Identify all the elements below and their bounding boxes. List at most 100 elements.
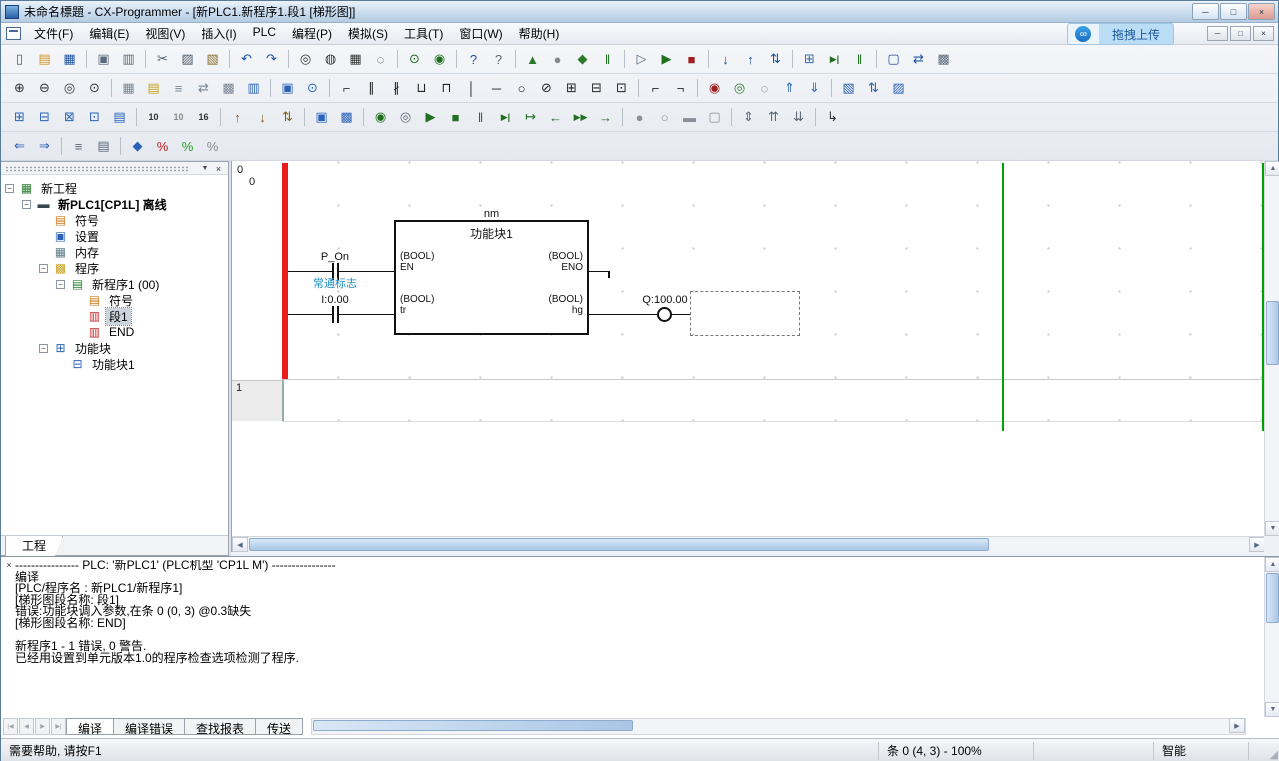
undo-icon[interactable]: ↶ [235,48,258,70]
tree-collapse-icon[interactable]: − [39,344,48,353]
print-preview-icon[interactable]: ▥ [117,48,140,70]
child-minimize-button[interactable]: ─ [1207,26,1228,41]
output-window-toggle-icon[interactable]: ▤ [92,135,115,157]
transfer-from-plc-icon[interactable]: ↑ [739,48,762,70]
differentiate-up-icon[interactable]: ⇑ [778,77,801,99]
scroll-right-icon[interactable]: ▶ [1249,537,1265,552]
rung-1-number[interactable]: 1 [236,382,242,394]
force-on-icon[interactable]: ◉ [703,77,726,99]
editor-hscrollbar[interactable]: ◀ ▶ [232,536,1265,552]
clock-monitor-icon[interactable]: ⊙ [301,77,324,99]
select-mode-icon[interactable]: ⌐ [335,77,358,99]
reset-value-icon[interactable]: ↓ [251,106,274,128]
io-comment-view-icon[interactable]: ▣ [276,77,299,99]
tree-collapse-icon[interactable]: − [56,280,65,289]
program-mode-icon[interactable]: ▷ [630,48,653,70]
online-edit-begin-icon[interactable]: ▧ [837,77,860,99]
monitor-mode-icon[interactable]: ◆ [571,48,594,70]
zoom-to-fit-icon[interactable]: ◎ [58,77,81,99]
tree-item-project[interactable]: −▦新工程 [1,180,228,196]
output-scroll-up-icon[interactable]: ▲ [1265,557,1279,572]
time-chart-monitor-icon[interactable]: ⇈ [762,106,785,128]
scroll-up-icon[interactable]: ▲ [1265,161,1279,176]
tree-collapse-icon[interactable]: − [22,200,31,209]
child-restore-button[interactable]: □ [1230,26,1251,41]
fb-in2-name[interactable]: tr [400,305,406,316]
compile-all-programs-icon[interactable]: ◉ [428,48,451,70]
show-annotations-icon[interactable]: ≡ [167,77,190,99]
section-delete-icon[interactable]: ⊟ [33,106,56,128]
io-panel-icon[interactable]: ▢ [703,106,726,128]
output-tab-1[interactable]: 编译 [66,718,114,735]
new-or-contact-icon[interactable]: ⊔ [410,77,433,99]
output-tab-4[interactable]: 传送 [255,718,303,735]
rung-0-number[interactable]: 0 [237,164,243,176]
zoom-100-icon[interactable]: ⊙ [83,77,106,99]
replace-icon[interactable]: ◍ [319,48,342,70]
section-move-up-icon[interactable]: ⊠ [58,106,81,128]
force-off-icon[interactable]: ◎ [728,77,751,99]
breakpoint-clear-icon[interactable]: ○ [653,106,676,128]
print-icon[interactable]: ▣ [92,48,115,70]
watch-marker-icon[interactable]: ◆ [126,135,149,157]
panel-menu-icon[interactable]: ▼ [199,163,211,174]
line-connect-up-icon[interactable]: ⌐ [644,77,667,99]
find-in-project-icon[interactable]: ▦ [344,48,367,70]
go-to-rung-icon[interactable]: ↳ [821,106,844,128]
menu-item-file[interactable]: 文件(F) [26,22,81,45]
fb-out1-name[interactable]: ENO [523,262,583,273]
new-coil-icon[interactable]: ○ [510,77,533,99]
copy-icon[interactable]: ▨ [176,48,199,70]
run-simulation-icon[interactable]: ▶| [823,48,846,70]
last-page-button[interactable]: ▶| [51,718,66,735]
tree-item-program1-symbols[interactable]: ▤符号 [1,292,228,308]
open-icon[interactable]: ▤ [33,48,56,70]
tree-item-symbols[interactable]: ▤符号 [1,212,228,228]
tree-item-function-blocks[interactable]: −⊞功能块 [1,340,228,356]
next-page-button[interactable]: ▶ [35,718,50,735]
monitor-window-1-icon[interactable]: ▣ [310,106,333,128]
breakpoint-set-icon[interactable]: ● [628,106,651,128]
new-contact-icon[interactable]: ∥ [360,77,383,99]
fb-instance-name[interactable]: nm [394,208,589,220]
shift-left-icon[interactable]: ⇐ [8,135,31,157]
zoom-out-icon[interactable]: ⊖ [33,77,56,99]
output-vscroll-thumb[interactable] [1266,573,1279,623]
tree-item-end[interactable]: ▥END [1,324,228,340]
new-plc-instruction-icon[interactable]: ⊞ [560,77,583,99]
hscroll-thumb[interactable] [249,538,989,551]
output-close-icon[interactable]: × [3,559,15,571]
simulator-offline-icon[interactable]: ◎ [394,106,417,128]
new-closed-coil-icon[interactable]: ⊘ [535,77,558,99]
first-page-button[interactable]: |◀ [3,718,18,735]
output-hscroll-thumb[interactable] [313,720,633,731]
menu-item-help[interactable]: 帮助(H) [511,22,568,45]
contact-p-on-label[interactable]: P_On [318,251,352,263]
grid-toggle-icon[interactable]: ▦ [117,77,140,99]
section-move-down-icon[interactable]: ⊡ [83,106,106,128]
output-tab-2[interactable]: 编译错误 [113,718,185,735]
work-online-simulator-icon[interactable]: ⊞ [798,48,821,70]
menu-item-edit[interactable]: 编辑(E) [81,22,137,45]
output-scroll-right-icon[interactable]: ▶ [1229,718,1245,733]
panel-grip[interactable]: ▼ × [1,162,228,175]
vscroll-thumb[interactable] [1266,301,1279,365]
work-online-icon[interactable]: ▲ [521,48,544,70]
output-tab-3[interactable]: 查找报表 [184,718,256,735]
simulator-step-out-icon[interactable]: ← [544,106,567,128]
tree-collapse-icon[interactable]: − [5,184,14,193]
monitor-window-2-icon[interactable]: ▩ [335,106,358,128]
usage-overview-green-icon[interactable]: % [176,135,199,157]
simulator-pause-icon[interactable]: ‖ [469,106,492,128]
tree-item-plc[interactable]: −▬新PLC1[CP1L] 离线 [1,196,228,212]
fb-out2-name[interactable]: hg [523,305,583,316]
scroll-left-icon[interactable]: ◀ [232,537,248,552]
drag-upload-overlay[interactable]: ∞ 拖拽上传 [1067,23,1174,45]
refresh-values-icon[interactable]: ⇅ [276,106,299,128]
new-closed-contact-icon[interactable]: ∦ [385,77,408,99]
drag-upload-label[interactable]: 拖拽上传 [1099,23,1174,45]
new-closed-or-contact-icon[interactable]: ⊓ [435,77,458,99]
display-decimal-icon[interactable]: 10 [142,106,165,128]
change-all-icon[interactable]: ◌ [369,48,392,70]
options-icon[interactable]: ▩ [932,48,955,70]
